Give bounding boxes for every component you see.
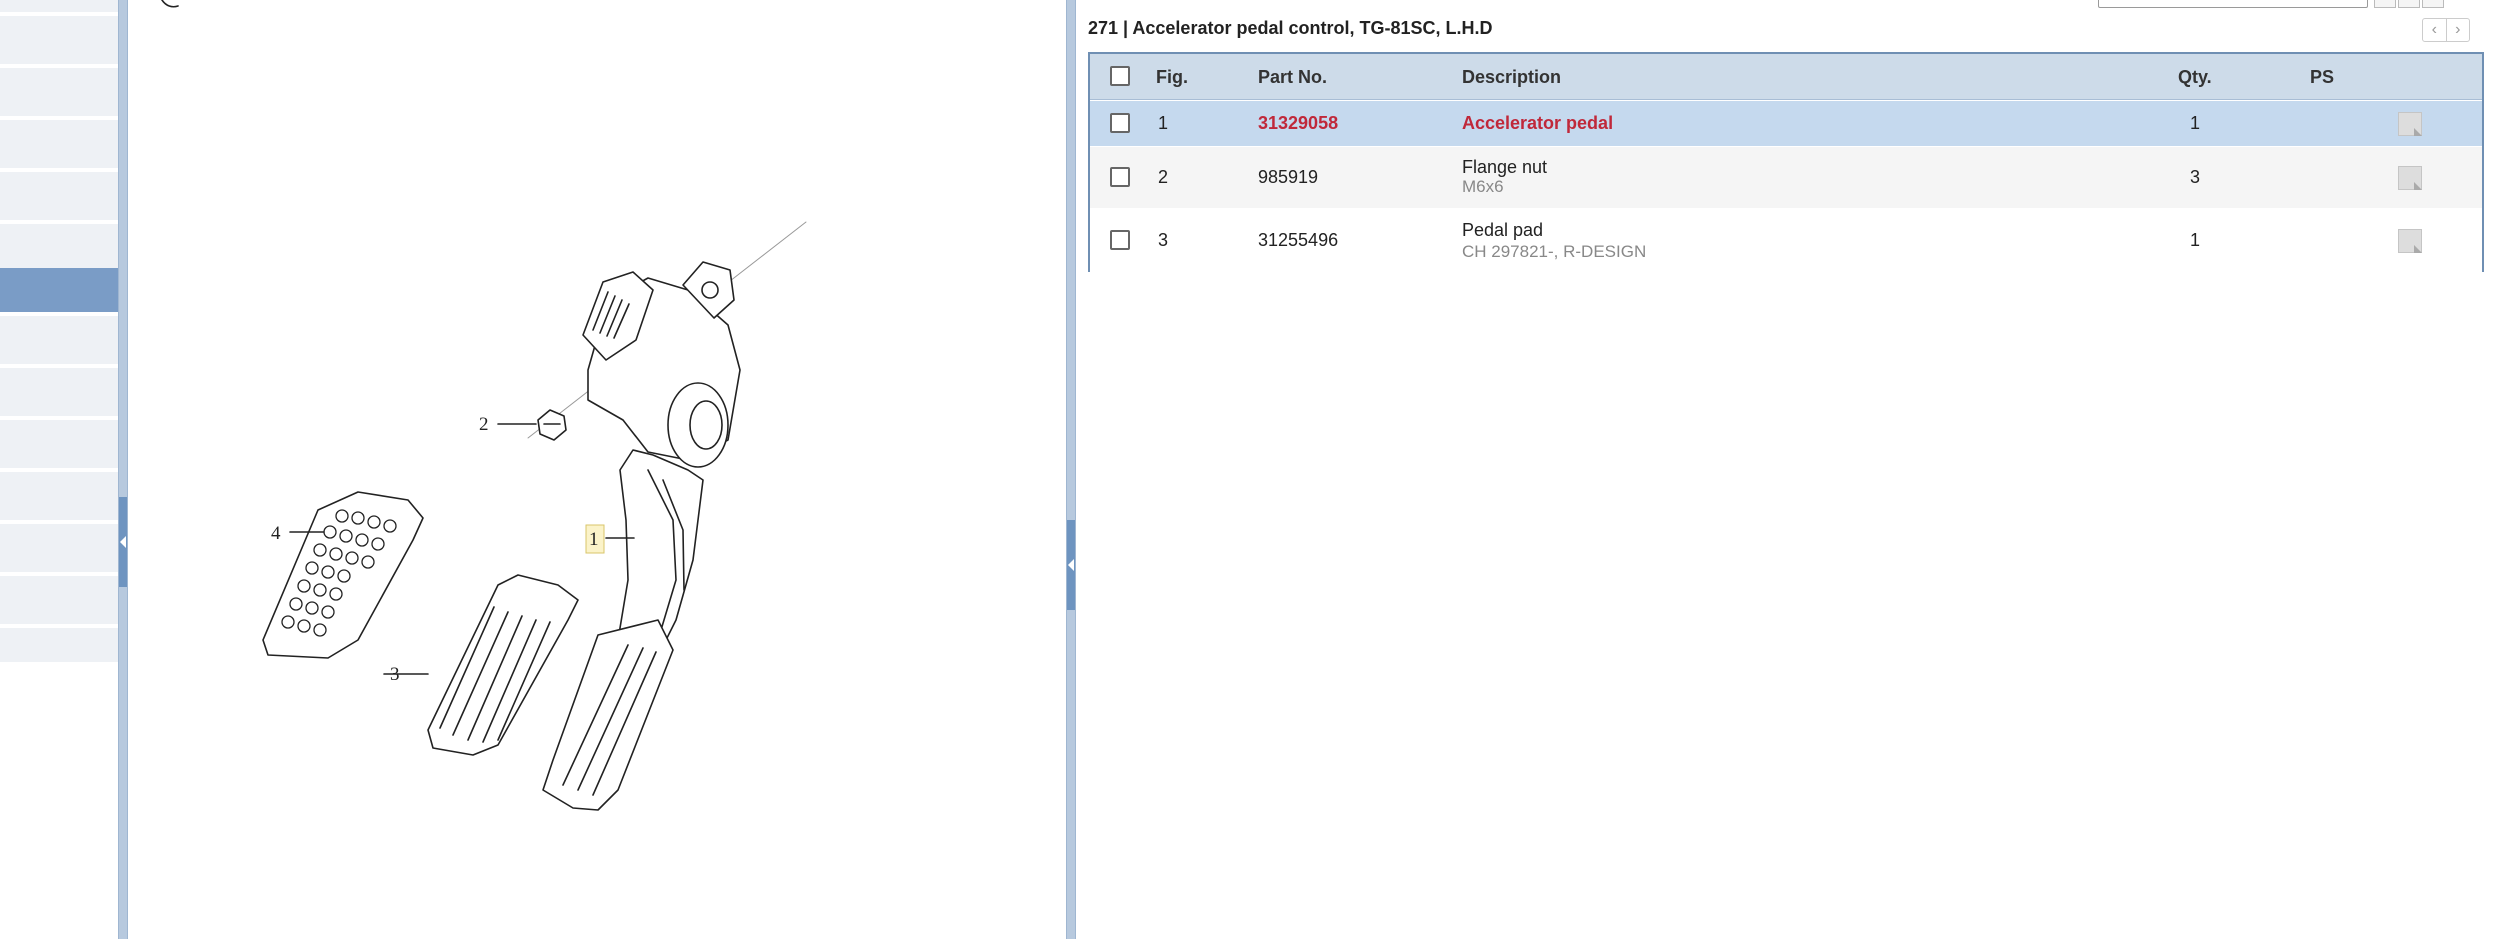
ps-document-icon[interactable]	[2398, 229, 2422, 253]
nav-item[interactable]	[0, 420, 118, 470]
collapse-handle[interactable]	[119, 497, 127, 587]
row-note: CH 297821-, R-DESIGN	[1462, 242, 1647, 261]
row-checkbox[interactable]	[1110, 167, 1130, 187]
table-row[interactable]: 2 985919 Flange nut M6x6 3	[1090, 147, 2482, 209]
nav-item-active[interactable]	[0, 268, 118, 314]
toolbar-button[interactable]	[2398, 0, 2420, 8]
ps-document-icon[interactable]	[2398, 112, 2422, 136]
row-qty: 1	[2190, 230, 2201, 250]
collapse-arrow-icon	[1068, 559, 1074, 571]
nav-item[interactable]	[0, 68, 118, 118]
header-fig[interactable]: Fig.	[1156, 67, 1188, 88]
callout-3[interactable]: 3	[390, 664, 400, 685]
left-splitter[interactable]	[118, 0, 128, 939]
header-part-no[interactable]: Part No.	[1258, 67, 1327, 88]
pedal-diagram: 1 2 3 4	[161, 0, 807, 811]
toolbar-button[interactable]	[2422, 0, 2444, 8]
row-qty: 1	[2190, 113, 2201, 133]
ps-document-icon[interactable]	[2398, 166, 2422, 190]
row-checkbox[interactable]	[1110, 113, 1130, 133]
nav-item[interactable]	[0, 16, 118, 66]
exploded-view-illustration: 1 2 3 4	[128, 0, 1068, 939]
row-note: M6x6	[1462, 177, 1504, 196]
row-fig: 2	[1158, 167, 1169, 187]
next-arrow-icon[interactable]: ›	[2447, 19, 2470, 41]
search-input[interactable]	[2098, 0, 2368, 8]
collapse-handle[interactable]	[1067, 520, 1075, 610]
table-row[interactable]: 3 31255496 Pedal pad CH 297821-, R-DESIG…	[1090, 210, 2482, 272]
row-fig: 3	[1158, 230, 1169, 250]
table-row[interactable]: 1 31329058 Accelerator pedal 1	[1090, 101, 2482, 147]
left-navigation	[0, 0, 118, 939]
accelerator-pedal-shape	[542, 261, 741, 811]
prev-arrow-icon[interactable]: ‹	[2423, 19, 2447, 41]
header-ps[interactable]: PS	[2310, 67, 2334, 88]
row-description: Pedal pad	[1462, 220, 1544, 240]
callout-1[interactable]: 1	[589, 529, 599, 550]
collapse-arrow-icon	[120, 536, 126, 548]
nav-item[interactable]	[0, 120, 118, 170]
right-splitter[interactable]	[1066, 0, 1076, 939]
pedal-pad-ribbed-shape	[383, 574, 579, 756]
row-checkbox[interactable]	[1110, 230, 1130, 250]
row-fig: 1	[1158, 113, 1169, 133]
nav-item[interactable]	[0, 524, 118, 574]
row-part-no[interactable]: 31255496	[1258, 230, 1338, 251]
nav-item[interactable]	[0, 224, 118, 274]
parts-table: Fig. Part No. Description Qty. PS 1 3132…	[1088, 52, 2484, 272]
pedal-pad-dotted-shape	[262, 491, 424, 659]
group-title: 271 | Accelerator pedal control, TG-81SC…	[1088, 18, 1493, 38]
header-qty[interactable]: Qty.	[2178, 67, 2212, 88]
header-description[interactable]: Description	[1462, 67, 1561, 88]
callout-2[interactable]: 2	[479, 414, 489, 435]
row-part-no[interactable]: 31329058	[1258, 113, 1338, 134]
table-header: Fig. Part No. Description Qty. PS	[1090, 54, 2482, 100]
nav-item[interactable]	[0, 576, 118, 626]
row-description: Flange nut	[1462, 157, 1548, 177]
pager: ‹ ›	[2422, 18, 2470, 42]
select-all-checkbox[interactable]	[1110, 66, 1130, 86]
cursor-icon	[161, 0, 179, 8]
nav-item[interactable]	[0, 472, 118, 522]
nav-item[interactable]	[0, 368, 118, 418]
toolbar-button[interactable]	[2374, 0, 2396, 8]
row-part-no[interactable]: 985919	[1258, 167, 1318, 188]
row-qty: 3	[2190, 167, 2201, 187]
nav-item[interactable]	[0, 628, 118, 664]
parts-list-panel: 271 | Accelerator pedal control, TG-81SC…	[1078, 0, 2500, 939]
nav-item[interactable]	[0, 172, 118, 222]
callout-4[interactable]: 4	[271, 523, 281, 544]
row-description: Accelerator pedal	[1462, 113, 1614, 133]
nav-item[interactable]	[0, 316, 118, 366]
nav-item[interactable]	[0, 0, 118, 14]
